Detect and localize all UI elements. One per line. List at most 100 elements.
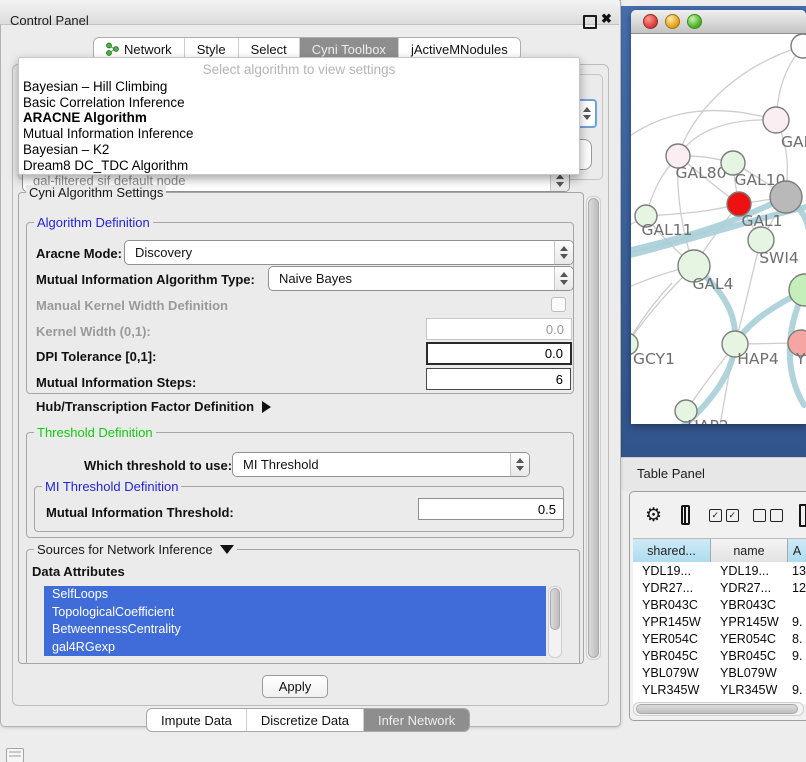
float-window-icon[interactable] bbox=[583, 15, 597, 29]
group-title: Cyni Algorithm Settings bbox=[26, 185, 166, 200]
tab-label: Select bbox=[251, 42, 287, 57]
table-cell: YLR345W bbox=[711, 683, 788, 697]
algorithm-option[interactable]: Dream8 DC_TDC Algorithm bbox=[19, 158, 579, 174]
column-header-name[interactable]: name bbox=[711, 539, 788, 562]
attribute-item-selected[interactable]: BetweennessCentrality bbox=[44, 621, 546, 639]
table-cell: YBL079W bbox=[711, 666, 788, 680]
gear-icon[interactable]: ⚙ bbox=[645, 506, 662, 525]
algorithm-option[interactable]: Bayesian – Hill Climbing bbox=[19, 79, 579, 95]
tab-label: Style bbox=[197, 42, 226, 57]
algorithm-dropdown-list: Bayesian – Hill ClimbingBasic Correlatio… bbox=[19, 79, 579, 173]
table-row[interactable]: YER054CYER054C8. bbox=[633, 630, 806, 647]
algorithm-option[interactable]: Bayesian – K2 bbox=[19, 142, 579, 158]
aracne-mode-value: Discovery bbox=[125, 245, 554, 260]
network-node[interactable] bbox=[789, 274, 806, 306]
hub-definition-label: Hub/Transcription Factor Definition bbox=[36, 399, 254, 414]
table-cell: 9. bbox=[788, 615, 806, 629]
data-attributes-list[interactable]: SelfLoopsTopologicalCoefficientBetweenne… bbox=[44, 586, 546, 656]
dpi-tolerance-input[interactable]: 0.0 bbox=[426, 342, 572, 365]
table-cell: YBR045C bbox=[633, 649, 711, 663]
attributes-scrollbar[interactable] bbox=[548, 586, 562, 658]
tab-impute-data[interactable]: Impute Data bbox=[147, 709, 247, 731]
mac-zoom-button[interactable] bbox=[687, 14, 702, 29]
aracne-mode-label: Aracne Mode: bbox=[36, 246, 122, 261]
mi-threshold-label: Mutual Information Threshold: bbox=[46, 505, 234, 520]
network-edge[interactable] bbox=[646, 204, 739, 216]
mi-type-combobox[interactable]: Naive Bayes bbox=[268, 266, 574, 291]
scrollbar-thumb[interactable] bbox=[588, 198, 599, 658]
group-title: Algorithm Definition bbox=[34, 215, 153, 230]
column-header-partial[interactable]: A bbox=[788, 539, 806, 562]
network-node[interactable] bbox=[770, 181, 802, 213]
table-toolbar: ⚙ ✓ ✓ bbox=[630, 492, 806, 538]
dropdown-placeholder: Select algorithm to view settings bbox=[19, 58, 579, 79]
unchecked-box-icon bbox=[753, 509, 766, 522]
mi-threshold-input[interactable]: 0.5 bbox=[418, 498, 564, 520]
split-view-icon[interactable] bbox=[681, 505, 690, 525]
dpi-tolerance-label: DPI Tolerance [0,1]: bbox=[36, 349, 156, 364]
screen: GALGAL80GAL10GAL1GAL11SWI4GAL4GCY1HAP4YH… bbox=[0, 0, 806, 762]
table-row[interactable]: YDR27...YDR27...12 bbox=[633, 579, 806, 596]
apply-button[interactable]: Apply bbox=[262, 675, 328, 698]
table-cell: YBR043C bbox=[633, 598, 711, 612]
algorithm-dropdown-popup: Select algorithm to view settings Bayesi… bbox=[18, 57, 580, 175]
table-row[interactable]: YBR045CYBR045C9. bbox=[633, 647, 806, 664]
select-all-checkboxes-icon[interactable]: ✓ ✓ bbox=[709, 509, 739, 522]
manual-kernel-label: Manual Kernel Width Definition bbox=[36, 298, 228, 313]
network-window-titlebar[interactable] bbox=[631, 10, 806, 34]
table-cell: YLR345W bbox=[633, 683, 711, 697]
mac-minimize-button[interactable] bbox=[665, 14, 680, 29]
manual-kernel-checkbox[interactable] bbox=[551, 297, 566, 312]
table-row[interactable]: YBR043CYBR043C bbox=[633, 596, 806, 613]
deselect-all-checkboxes-icon[interactable] bbox=[753, 509, 783, 522]
attribute-item-selected[interactable]: TopologicalCoefficient bbox=[44, 604, 546, 622]
control-panel-title: Control Panel bbox=[10, 13, 89, 28]
table-row[interactable]: YBL079WYBL079W bbox=[633, 664, 806, 681]
hub-definition-toggle[interactable]: Hub/Transcription Factor Definition bbox=[36, 399, 271, 414]
tab-label: Discretize Data bbox=[261, 713, 349, 728]
table-row[interactable]: YDL19...YDL19...13 bbox=[633, 562, 806, 579]
network-edge[interactable] bbox=[631, 111, 776, 145]
collapsed-panel-icon[interactable] bbox=[6, 748, 24, 762]
control-panel-titlebar[interactable] bbox=[0, 0, 619, 25]
document-icon[interactable] bbox=[799, 504, 806, 527]
algorithm-option[interactable]: Mutual Information Inference bbox=[19, 126, 579, 142]
table-row[interactable]: YLR345WYLR345W9. bbox=[633, 681, 806, 698]
scrollbar-thumb[interactable] bbox=[636, 704, 798, 714]
combobox-spinner-icon bbox=[554, 241, 573, 264]
which-threshold-combobox[interactable]: MI Threshold bbox=[232, 452, 530, 477]
aracne-mode-combobox[interactable]: Discovery bbox=[124, 240, 574, 265]
network-node-label: HAP4 bbox=[737, 350, 778, 368]
network-edge[interactable] bbox=[631, 283, 672, 344]
unchecked-box-icon bbox=[770, 509, 783, 522]
table-row[interactable]: YPR145WYPR145W9. bbox=[633, 613, 806, 630]
network-node-label: Y bbox=[795, 350, 806, 368]
network-node-label: SWI4 bbox=[759, 249, 799, 267]
tab-label: jActiveMNodules bbox=[411, 42, 508, 57]
table-panel-title: Table Panel bbox=[637, 466, 705, 481]
algorithm-option[interactable]: Basic Correlation Inference bbox=[19, 95, 579, 111]
settings-scrollbar[interactable] bbox=[586, 196, 601, 660]
table-cell: YDL19... bbox=[711, 564, 788, 578]
sources-group-title[interactable]: Sources for Network Inference bbox=[34, 542, 237, 557]
attribute-item-selected[interactable]: gal4RGexp bbox=[44, 639, 546, 657]
sources-title-label: Sources for Network Inference bbox=[37, 542, 213, 557]
algorithm-option[interactable]: ARACNE Algorithm bbox=[19, 110, 579, 126]
table-horizontal-scrollbar[interactable] bbox=[633, 702, 804, 716]
network-node-label: GAL11 bbox=[642, 221, 693, 239]
scrollbar-thumb[interactable] bbox=[550, 588, 560, 630]
tab-label: Impute Data bbox=[161, 713, 232, 728]
close-icon[interactable]: ✖ bbox=[601, 11, 612, 27]
mac-close-button[interactable] bbox=[643, 14, 658, 29]
cyni-bottom-tabbar: Impute Data Discretize Data Infer Networ… bbox=[146, 708, 470, 732]
network-node[interactable] bbox=[763, 107, 789, 133]
mi-steps-input[interactable]: 6 bbox=[426, 368, 571, 390]
attribute-item-selected[interactable]: SelfLoops bbox=[44, 586, 546, 604]
network-node[interactable] bbox=[791, 34, 806, 58]
column-header-shared-name[interactable]: shared... bbox=[633, 539, 711, 562]
tab-discretize-data[interactable]: Discretize Data bbox=[247, 709, 364, 731]
network-canvas[interactable]: GALGAL80GAL10GAL1GAL11SWI4GAL4GCY1HAP4YH… bbox=[631, 33, 806, 424]
kernel-width-input[interactable]: 0.0 bbox=[426, 318, 572, 340]
table-cell: YDR27... bbox=[633, 581, 711, 595]
tab-infer-network[interactable]: Infer Network bbox=[364, 709, 469, 731]
